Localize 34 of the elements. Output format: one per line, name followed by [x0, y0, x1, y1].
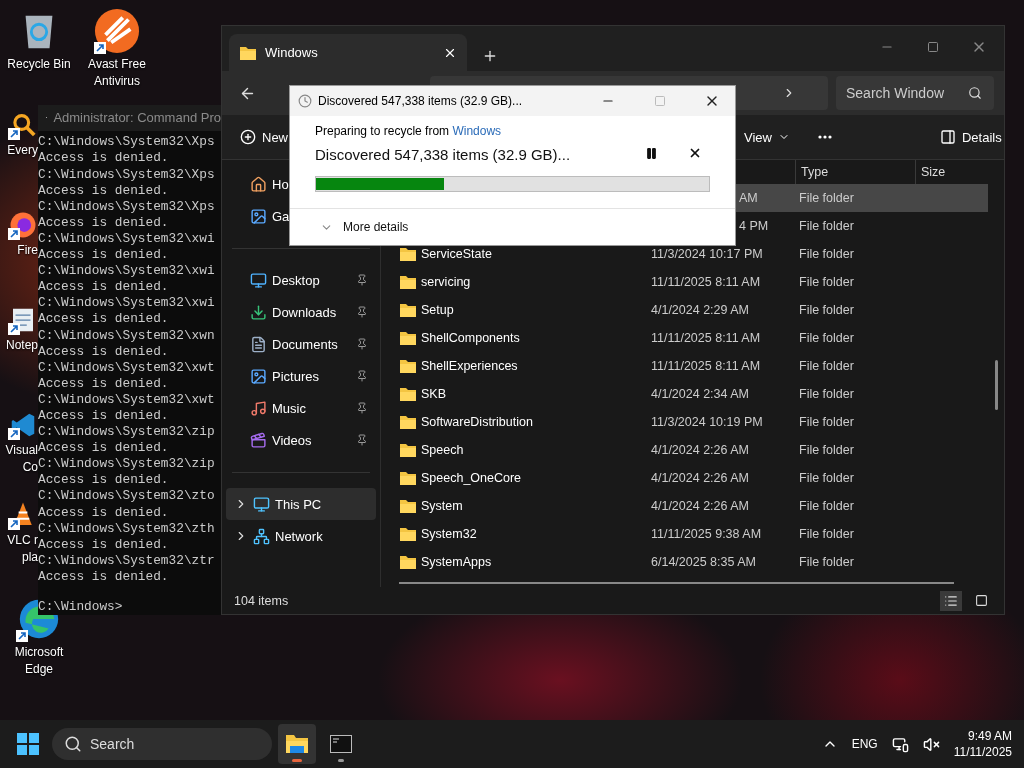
console-line: Access is denied.: [38, 311, 170, 328]
console-line: C:\Windows\System32\ztr: [38, 552, 216, 569]
progress-status: Discovered 547,338 items (32.9 GB)...: [315, 146, 572, 163]
console-line: Access is denied.: [38, 214, 170, 231]
item-count: 104 items: [234, 593, 290, 608]
console-line: C:\Windows\System32\zip: [38, 424, 216, 441]
console-line: C:\Windows\System32\xwi: [38, 263, 216, 280]
console-line: C:\Windows\System32\xwn: [38, 327, 216, 344]
console-line: Access is denied.: [38, 407, 170, 425]
console-line: C:\Windows\System32\xwi: [38, 230, 216, 248]
console-line: Access is denied.: [38, 343, 170, 360]
console-line: C:\Windows\System32\Xps: [38, 198, 216, 215]
window-title: Administrator: Command Pro: [53, 110, 221, 126]
progress-caption: Preparing to recycle from Windows: [315, 124, 503, 138]
console-line: Access is denied.: [38, 568, 170, 585]
console-line: Access is denied.: [38, 536, 170, 552]
console-line: Access is denied.: [38, 279, 170, 296]
console-line: C:\Windows\System32\xwt: [38, 359, 216, 376]
console-prompt: C:\Windows>: [38, 598, 124, 615]
console-line: C:\Windows\System32\zth: [38, 520, 216, 537]
console-line: C:\Windows\System32\zip: [38, 456, 216, 473]
console-line: Access is denied.: [38, 472, 170, 489]
console-line: C:\Windows\System32\Xps: [38, 166, 216, 183]
console-line: Access is denied.: [38, 440, 170, 457]
console-line: Access is denied.: [38, 150, 170, 167]
dialog-title: Discovered 547,338 items (32.9 GB)...: [318, 94, 524, 108]
console-line: C:\Windows\System32\zto: [38, 488, 216, 505]
console-line: Access is denied.: [38, 182, 170, 199]
console-line: C:\Windows\System32\Xps: [38, 134, 216, 150]
console-line: C:\Windows\System32\xwi: [38, 295, 216, 312]
console-line: Access is denied.: [38, 504, 170, 521]
console-line: Access is denied.: [38, 247, 170, 264]
console-line: C:\Windows\System32\xwt: [38, 391, 216, 408]
console-line: Access is denied.: [38, 375, 170, 392]
